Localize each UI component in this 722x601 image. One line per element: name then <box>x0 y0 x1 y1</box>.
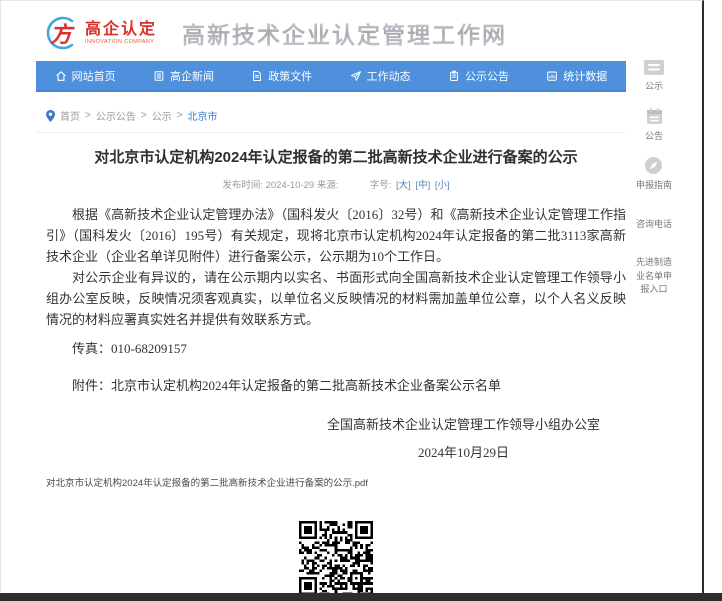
logo-text: 高企认定 <box>85 21 162 39</box>
article-meta: 发布时间: 2024-10-29 来源: 字号: [大] [中] [小] <box>46 177 626 191</box>
sidebar-item-gonggao[interactable]: 公告 <box>645 107 664 144</box>
location-pin-icon <box>46 110 55 122</box>
nav-item-label: 网站首页 <box>72 68 116 84</box>
nav-item-home[interactable]: 网站首页 <box>36 61 134 90</box>
article: 对北京市认定机构2024年认定报备的第二批高新技术企业进行备案的公示 发布时间:… <box>46 146 626 593</box>
sidebar-item-advanced-manufacturing-entry[interactable]: 先进制造业名单申报入口 <box>634 256 674 297</box>
news-icon <box>153 70 165 82</box>
sidebar-item-label: 先进制造业名单申报入口 <box>634 256 674 297</box>
logo-subtext: INNOVATION COMPANY <box>85 39 154 44</box>
fontsize-large-button[interactable]: [大] <box>396 180 411 191</box>
sidebar-item-hotline[interactable]: 咨询电话 <box>636 218 672 232</box>
nav-item-label: 公示公告 <box>465 68 509 84</box>
compass-icon <box>644 156 663 175</box>
published-date: 2024-10-29 <box>266 180 315 191</box>
article-title: 对北京市认定机构2024年认定报备的第二批高新技术企业进行备案的公示 <box>46 146 626 167</box>
sidebar-item-label: 公示 <box>643 80 665 94</box>
breadcrumb-separator: > <box>85 110 91 121</box>
breadcrumb-item-announcements[interactable]: 公示公告 <box>96 108 136 123</box>
nav-item-label: 工作动态 <box>367 68 411 84</box>
signature-block: 全国高新技术企业认定管理工作领导小组办公室 2024年10月29日 <box>46 414 626 461</box>
signature-org: 全国高新技术企业认定管理工作领导小组办公室 <box>327 414 600 433</box>
nav-item-label: 政策文件 <box>268 68 312 84</box>
page: 方 高企认定 INNOVATION COMPANY 高新技术企业认定管理工作网 … <box>0 0 722 601</box>
sidebar-item-label: 申报指南 <box>636 179 672 193</box>
source-label: 来源: <box>317 180 339 191</box>
published-label: 发布时间: <box>222 180 263 191</box>
qr-code <box>293 515 379 593</box>
bulletin-card-icon <box>643 59 665 76</box>
logo-mark-icon: 方 <box>41 14 79 52</box>
nav-item-label: 统计数据 <box>563 68 607 84</box>
breadcrumb-item-gongshi[interactable]: 公示 <box>152 108 172 123</box>
sidebar-item-guide[interactable]: 申报指南 <box>636 156 672 193</box>
site-logo[interactable]: 方 高企认定 INNOVATION COMPANY <box>41 14 162 52</box>
pdf-attachment-link[interactable]: 对北京市认定机构2024年认定报备的第二批高新技术企业进行备案的公示.pdf <box>46 475 368 489</box>
browser-content: 方 高企认定 INNOVATION COMPANY 高新技术企业认定管理工作网 … <box>0 0 704 593</box>
fontsize-medium-button[interactable]: [中] <box>415 180 430 191</box>
breadcrumb-item-beijing[interactable]: 北京市 <box>188 108 218 123</box>
nav-item-announcements[interactable]: 公示公告 <box>429 61 527 90</box>
notice-pad-icon <box>645 107 664 126</box>
sidebar-item-gongshi[interactable]: 公示 <box>643 59 665 94</box>
paragraph: 对公示企业有异议的，请在公示期内以实名、书面形式向全国高新技术企业认定管理工作领… <box>46 267 626 330</box>
article-body: 根据《高新技术企业认定管理办法》（国科发火〔2016〕32号）和《高新技术企业认… <box>46 204 626 396</box>
policy-doc-icon <box>251 70 263 82</box>
breadcrumb: 首页 > 公示公告 > 公示 > 北京市 <box>46 108 702 123</box>
site-header: 方 高企认定 INNOVATION COMPANY 高新技术企业认定管理工作网 <box>1 1 702 53</box>
fontsize-label: 字号: <box>370 180 392 191</box>
paragraph: 根据《高新技术企业认定管理办法》（国科发火〔2016〕32号）和《高新技术企业认… <box>46 204 626 267</box>
quick-links-sidebar: 公示 公告 申报指南 咨询电话 先进制造业名单申报入口 <box>622 59 686 310</box>
window-bottom-edge <box>0 593 722 601</box>
stats-chart-icon <box>546 70 558 82</box>
breadcrumb-separator: > <box>141 110 147 121</box>
home-icon <box>55 70 67 82</box>
main-nav: 网站首页 高企新闻 政策文件 工作动态 公示公告 统计数据 <box>36 61 626 92</box>
signature-date: 2024年10月29日 <box>327 442 600 461</box>
nav-item-policy[interactable]: 政策文件 <box>233 61 331 90</box>
nav-item-label: 高企新闻 <box>170 68 214 84</box>
nav-item-statistics[interactable]: 统计数据 <box>528 61 626 90</box>
attachment-line[interactable]: 附件：北京市认定机构2024年认定报备的第二批高新技术企业备案公示名单 <box>46 375 626 396</box>
qr-code-image <box>299 521 373 593</box>
sidebar-item-label: 咨询电话 <box>636 218 672 232</box>
breadcrumb-separator: > <box>177 110 183 121</box>
logo-text-group: 高企认定 INNOVATION COMPANY <box>85 21 162 45</box>
nav-item-news[interactable]: 高企新闻 <box>134 61 232 90</box>
fax-line: 传真：010-68209157 <box>46 338 626 359</box>
nav-item-updates[interactable]: 工作动态 <box>331 61 429 90</box>
qr-section: 扫一扫在手机打开当前页 <box>46 515 626 593</box>
breadcrumb-item-home[interactable]: 首页 <box>60 108 80 123</box>
svg-text:方: 方 <box>50 22 75 47</box>
sidebar-item-label: 公告 <box>645 130 664 144</box>
site-title: 高新技术企业认定管理工作网 <box>182 16 507 50</box>
paper-plane-icon <box>350 70 362 82</box>
divider <box>36 132 626 133</box>
clipboard-icon <box>448 70 460 82</box>
fontsize-small-button[interactable]: [小] <box>435 180 450 191</box>
